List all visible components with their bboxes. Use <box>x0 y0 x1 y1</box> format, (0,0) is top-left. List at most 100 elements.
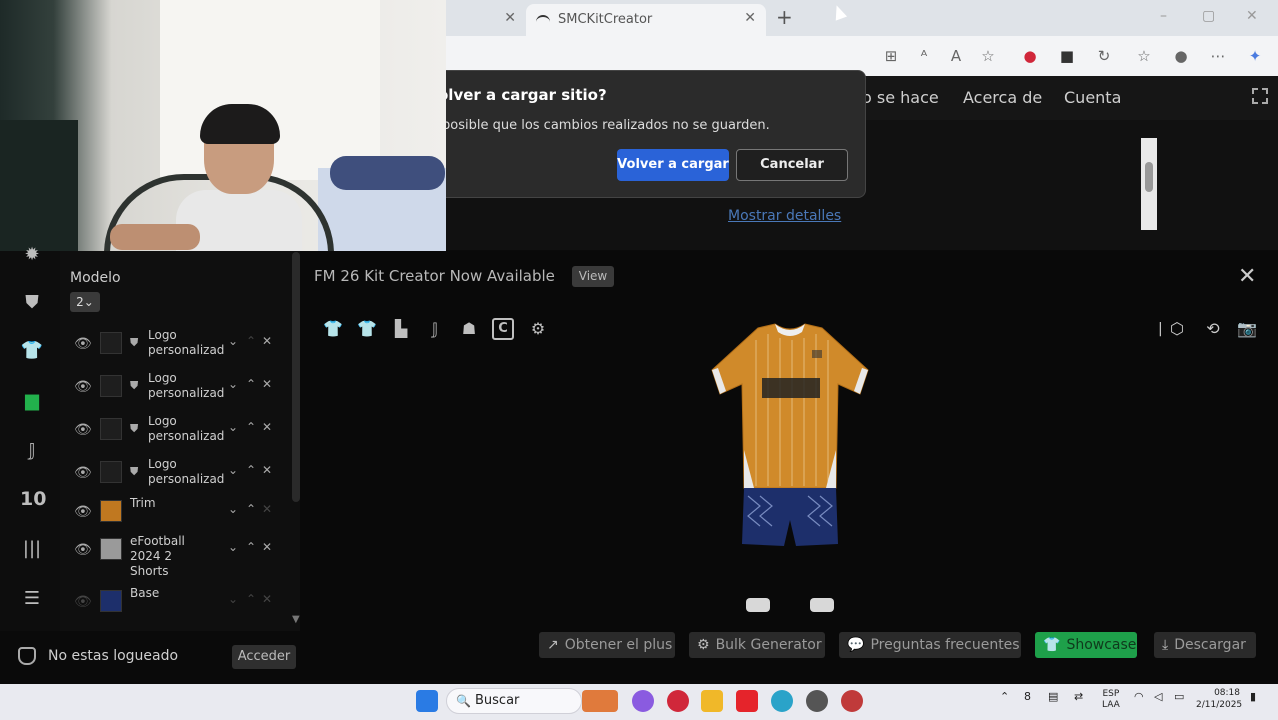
move-down-icon[interactable]: ⌄ <box>228 377 238 391</box>
layer-row[interactable]: 👁 ⛊ Logo personalizad ⌄ ⌃ ✕ <box>70 326 290 366</box>
delete-layer-icon[interactable]: ✕ <box>262 334 272 348</box>
visibility-eye-icon[interactable]: 👁 <box>74 594 92 610</box>
widgets-icon[interactable] <box>582 690 618 712</box>
copilot-taskbar-icon[interactable] <box>632 690 654 712</box>
move-up-icon[interactable]: ⌃ <box>246 540 256 554</box>
more-menu-icon[interactable]: ⋯ <box>1208 46 1228 66</box>
layer-row[interactable]: 👁 ⛊ Logo personalizad ⌄ ⌃ ✕ <box>70 412 290 452</box>
wifi-icon[interactable]: ◠ <box>1134 690 1144 703</box>
kit-socks-icon[interactable]: 𝕁 <box>424 318 446 340</box>
kit-shorts-icon[interactable]: ▙ <box>390 318 412 340</box>
camera-icon[interactable]: 📷 <box>1236 318 1258 340</box>
tray-share-icon[interactable]: ⇄ <box>1074 690 1083 703</box>
layer-color-swatch[interactable] <box>100 375 122 397</box>
scroll-down-icon[interactable]: ▼ <box>292 614 300 625</box>
translate-icon[interactable]: ᴬ <box>914 46 934 66</box>
close-announcement-icon[interactable]: ✕ <box>1238 264 1256 289</box>
taskbar-clock[interactable]: 08:18 2/11/2025 <box>1196 687 1242 711</box>
move-up-icon[interactable]: ⌃ <box>246 463 256 477</box>
move-down-icon[interactable]: ⌄ <box>228 592 238 606</box>
refresh-icon[interactable]: ↻ <box>1094 46 1114 66</box>
move-up-icon[interactable]: ⌃ <box>246 334 256 348</box>
layer-row[interactable]: 👁 Base ⌄ ⌃ ✕ <box>70 584 290 624</box>
nav-how-it-works[interactable]: o se hace <box>862 88 939 107</box>
volume-icon[interactable]: ◁ <box>1154 690 1162 703</box>
visibility-eye-icon[interactable]: 👁 <box>74 465 92 481</box>
login-button[interactable]: Acceder <box>232 645 296 669</box>
delete-layer-icon[interactable]: ✕ <box>262 592 272 606</box>
kit-full-icon[interactable]: 👕 <box>322 318 344 340</box>
tab-close-icon[interactable]: ✕ <box>504 10 516 26</box>
edge-icon[interactable] <box>771 690 793 712</box>
visibility-eye-icon[interactable]: 👁 <box>74 336 92 352</box>
opera-icon[interactable] <box>667 690 689 712</box>
battery-icon[interactable]: ▭ <box>1174 690 1184 703</box>
delete-layer-icon[interactable]: ✕ <box>262 540 272 554</box>
move-down-icon[interactable]: ⌄ <box>228 540 238 554</box>
profile-icon[interactable]: ● <box>1171 46 1191 66</box>
tray-files-icon[interactable]: ▤ <box>1048 690 1058 703</box>
visibility-eye-icon[interactable]: 👁 <box>74 542 92 558</box>
layer-row[interactable]: 👁 ⛊ Logo personalizad ⌄ ⌃ ✕ <box>70 455 290 495</box>
scroll-thumb[interactable] <box>1145 162 1153 192</box>
layer-row[interactable]: 👁 ⛊ Logo personalizad ⌄ ⌃ ✕ <box>70 369 290 409</box>
layers-menu-icon[interactable]: ☰ <box>20 587 44 611</box>
browser-tab-active[interactable]: SMCKitCreator ✕ <box>526 4 766 36</box>
shield-badge-icon[interactable]: ⛊ <box>20 291 44 315</box>
kit-shirt-icon[interactable]: 👕 <box>356 318 378 340</box>
browser-tab-inactive[interactable]: ✕ <box>446 4 526 36</box>
reload-button[interactable]: Volver a cargar <box>617 149 729 181</box>
3d-rotate-icon[interactable]: ⟲ <box>1202 318 1224 340</box>
move-up-icon[interactable]: ⌃ <box>246 502 256 516</box>
kit-collar-c-icon[interactable]: C <box>492 318 514 340</box>
settings-gear-icon[interactable]: ✹ <box>20 243 44 267</box>
fullscreen-icon[interactable] <box>1252 88 1268 104</box>
visibility-eye-icon[interactable]: 👁 <box>74 379 92 395</box>
file-explorer-icon[interactable] <box>701 690 723 712</box>
3d-cube-icon[interactable]: ⬡ <box>1166 318 1188 340</box>
cancel-button[interactable]: Cancelar <box>736 149 848 181</box>
delete-layer-icon[interactable]: ✕ <box>262 502 272 516</box>
delete-layer-icon[interactable]: ✕ <box>262 463 272 477</box>
extension-red-icon[interactable]: ● <box>1020 46 1040 66</box>
language-indicator[interactable]: ESP LAA <box>1102 689 1120 711</box>
showcase-button[interactable]: 👕 Showcase <box>1035 632 1137 658</box>
sock-icon[interactable]: 𝕁 <box>20 439 44 463</box>
move-up-icon[interactable]: ⌃ <box>246 592 256 606</box>
descargar-button[interactable]: ⤓ Descargar <box>1154 632 1256 658</box>
layer-color-swatch[interactable] <box>100 500 122 522</box>
visibility-eye-icon[interactable]: 👁 <box>74 504 92 520</box>
layers-scrollbar[interactable] <box>292 252 300 502</box>
nav-account[interactable]: Cuenta <box>1064 88 1121 107</box>
delete-layer-icon[interactable]: ✕ <box>262 420 272 434</box>
color-fill-icon[interactable]: ▆ <box>20 389 44 413</box>
favorites-icon[interactable]: ☆ <box>1134 46 1154 66</box>
kit-preview[interactable] <box>700 320 880 620</box>
move-up-icon[interactable]: ⌃ <box>246 420 256 434</box>
move-down-icon[interactable]: ⌄ <box>228 502 238 516</box>
tray-app-icon[interactable]: 8 <box>1024 690 1031 703</box>
close-window-icon[interactable]: ✕ <box>1246 8 1258 24</box>
stripes-icon[interactable]: ||| <box>20 537 44 561</box>
view-button[interactable]: View <box>572 266 614 287</box>
chrome-icon[interactable] <box>806 690 828 712</box>
layer-color-swatch[interactable] <box>100 590 122 612</box>
obtener-el-plus-button[interactable]: ↗ Obtener el plus <box>539 632 675 658</box>
copilot-icon[interactable]: ✦ <box>1245 46 1265 66</box>
layer-color-swatch[interactable] <box>100 538 122 560</box>
number-icon[interactable]: 10 <box>20 487 46 511</box>
extension-dark-icon[interactable]: ■ <box>1057 46 1077 66</box>
layer-color-swatch[interactable] <box>100 332 122 354</box>
banner-scrollbar[interactable] <box>1141 138 1157 230</box>
visibility-eye-icon[interactable]: 👁 <box>74 422 92 438</box>
read-aloud-icon[interactable]: A <box>946 46 966 66</box>
tray-chevron-icon[interactable]: ⌃ <box>1000 690 1009 703</box>
youtube-icon[interactable] <box>736 690 758 712</box>
favorite-star-icon[interactable]: ☆ <box>978 46 998 66</box>
kit-settings-gear-icon[interactable]: ⚙ <box>527 318 549 340</box>
delete-layer-icon[interactable]: ✕ <box>262 377 272 391</box>
move-down-icon[interactable]: ⌄ <box>228 463 238 477</box>
notifications-icon[interactable]: ▮ <box>1250 690 1256 703</box>
move-down-icon[interactable]: ⌄ <box>228 420 238 434</box>
bulk-generator-button[interactable]: ⚙ Bulk Generator <box>689 632 825 658</box>
